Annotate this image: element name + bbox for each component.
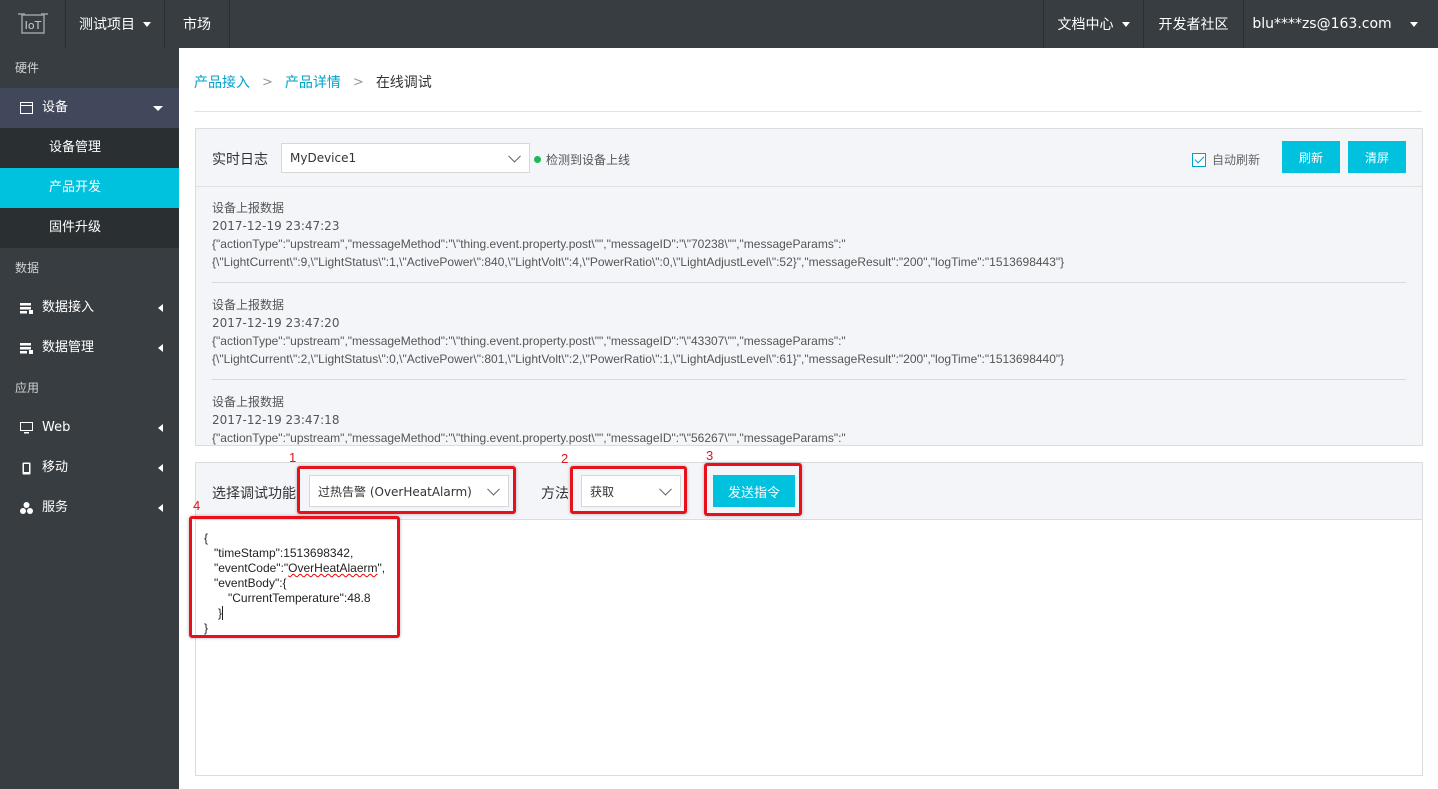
annotation-box-1 xyxy=(297,466,516,514)
checkbox-checked-icon[interactable] xyxy=(1192,152,1206,167)
user-email: blu****zs@163.com xyxy=(1252,16,1392,32)
log-entry-payload: {\"LightCurrent\":9,\"LightStatus\":1,\"… xyxy=(212,255,1065,269)
chevron-down-icon xyxy=(1409,21,1418,27)
divider xyxy=(194,111,1422,112)
sidebar-item-label: 设备 xyxy=(42,100,69,115)
log-entry-payload: {"actionType":"upstream","messageMethod"… xyxy=(212,334,846,348)
breadcrumb: 产品接入 > 产品详情 > 在线调试 xyxy=(194,72,432,92)
caret-left-icon xyxy=(158,504,163,512)
device-icon xyxy=(18,88,34,128)
sidebar: 硬件 设备 设备管理 产品开发 固件升级 数据 数据接入 数据管理 应用 Web xyxy=(0,48,179,789)
top-navbar: IoT 测试项目 市场 文档中心 开发者社区 blu****zs@163.com xyxy=(0,0,1438,48)
sidebar-item-mobile[interactable]: 移动 xyxy=(0,448,179,488)
caret-left-icon xyxy=(158,344,163,352)
divider xyxy=(212,379,1406,380)
annotation-box-4 xyxy=(189,516,400,638)
divider xyxy=(212,282,1406,283)
sidebar-item-web[interactable]: Web xyxy=(0,408,179,448)
sidebar-item-data-manage[interactable]: 数据管理 xyxy=(0,328,179,368)
annotation-number-3: 3 xyxy=(706,448,714,463)
sidebar-item-device[interactable]: 设备 xyxy=(0,88,179,128)
sidebar-group-data: 数据 xyxy=(15,261,40,275)
log-entry-time: 2017-12-19 23:47:20 xyxy=(212,316,340,330)
community-link[interactable]: 开发者社区 xyxy=(1144,0,1244,48)
caret-left-icon xyxy=(158,424,163,432)
auto-refresh-checkbox[interactable]: 自动刷新 xyxy=(1192,151,1260,168)
log-panel-title: 实时日志 xyxy=(212,152,268,168)
annotation-box-3 xyxy=(704,463,802,516)
project-dropdown[interactable]: 测试项目 xyxy=(66,0,165,48)
device-status: 检测到设备上线 xyxy=(534,151,630,168)
refresh-button[interactable]: 刷新 xyxy=(1282,141,1340,173)
community-label: 开发者社区 xyxy=(1158,17,1229,33)
log-entry-title: 设备上报数据 xyxy=(212,298,285,312)
sidebar-item-label: 移动 xyxy=(42,460,69,475)
breadcrumb-link-product-access[interactable]: 产品接入 xyxy=(194,72,250,92)
sidebar-group-app: 应用 xyxy=(15,381,40,395)
sidebar-item-label: Web xyxy=(42,420,71,435)
chevron-right-icon: > xyxy=(262,74,273,90)
sidebar-subitem-firmware[interactable]: 固件升级 xyxy=(0,208,179,248)
device-select-value: MyDevice1 xyxy=(290,151,357,165)
project-label: 测试项目 xyxy=(79,17,135,33)
mobile-icon xyxy=(18,448,34,488)
log-entry-title: 设备上报数据 xyxy=(212,395,285,409)
chevron-down-icon xyxy=(508,149,521,163)
market-label: 市场 xyxy=(183,17,211,33)
docs-dropdown[interactable]: 文档中心 xyxy=(1043,0,1144,48)
chevron-down-icon xyxy=(143,21,151,27)
caret-left-icon xyxy=(158,304,163,312)
chevron-down-icon xyxy=(1121,21,1130,27)
device-status-text: 检测到设备上线 xyxy=(546,153,631,167)
annotation-number-2: 2 xyxy=(561,451,569,466)
sidebar-item-service[interactable]: 服务 xyxy=(0,488,179,528)
market-link[interactable]: 市场 xyxy=(165,0,230,48)
breadcrumb-current: 在线调试 xyxy=(375,75,432,91)
sidebar-group-hardware: 硬件 xyxy=(15,61,40,75)
log-entry-payload: {\"LightCurrent\":2,\"LightStatus\":0,\"… xyxy=(212,352,1065,366)
log-entry: 设备上报数据 2017-12-19 23:47:23 {"actionType"… xyxy=(212,199,1406,271)
log-entry-title: 设备上报数据 xyxy=(212,201,285,215)
method-label: 方法 xyxy=(541,486,569,502)
data-manage-icon xyxy=(18,328,34,368)
device-select[interactable]: MyDevice1 xyxy=(281,143,530,173)
docs-label: 文档中心 xyxy=(1057,17,1114,33)
log-panel-header: 实时日志 MyDevice1 检测到设备上线 自动刷新 刷新 清屏 xyxy=(196,129,1422,187)
service-icon xyxy=(18,488,34,528)
log-entry-payload: {"actionType":"upstream","messageMethod"… xyxy=(212,237,846,251)
sidebar-subitem-device-manage[interactable]: 设备管理 xyxy=(0,128,179,168)
debug-function-label: 选择调试功能 xyxy=(212,486,296,502)
online-status-dot xyxy=(534,156,541,163)
annotation-number-1: 1 xyxy=(289,450,297,465)
log-entry-time: 2017-12-19 23:47:18 xyxy=(212,413,340,427)
auto-refresh-label: 自动刷新 xyxy=(1212,153,1261,167)
sidebar-item-label: 数据接入 xyxy=(42,300,95,315)
realtime-log-panel: 实时日志 MyDevice1 检测到设备上线 自动刷新 刷新 清屏 设备上报数据… xyxy=(195,128,1423,446)
caret-down-icon xyxy=(153,106,163,111)
chevron-right-icon: > xyxy=(352,74,364,90)
sidebar-item-data-access[interactable]: 数据接入 xyxy=(0,288,179,328)
annotation-number-4: 4 xyxy=(193,498,201,513)
data-access-icon xyxy=(18,288,34,328)
sidebar-subitem-product-dev[interactable]: 产品开发 xyxy=(0,168,179,208)
clear-button[interactable]: 清屏 xyxy=(1348,141,1406,173)
caret-left-icon xyxy=(158,464,163,472)
user-dropdown[interactable]: blu****zs@163.com xyxy=(1244,0,1438,48)
log-entry: 设备上报数据 2017-12-19 23:47:18 {"actionType"… xyxy=(212,393,1406,445)
iot-logo-icon[interactable]: IoT xyxy=(0,0,66,48)
annotation-box-2 xyxy=(570,466,687,514)
sidebar-item-label: 数据管理 xyxy=(42,340,95,355)
log-entry: 设备上报数据 2017-12-19 23:47:20 {"actionType"… xyxy=(212,296,1406,368)
sidebar-item-label: 服务 xyxy=(42,500,69,515)
breadcrumb-link-product-detail[interactable]: 产品详情 xyxy=(285,72,341,92)
monitor-icon xyxy=(18,408,34,448)
log-entry-payload: {"actionType":"upstream","messageMethod"… xyxy=(212,431,846,445)
log-entry-time: 2017-12-19 23:47:23 xyxy=(212,219,340,233)
svg-text:IoT: IoT xyxy=(24,19,41,32)
